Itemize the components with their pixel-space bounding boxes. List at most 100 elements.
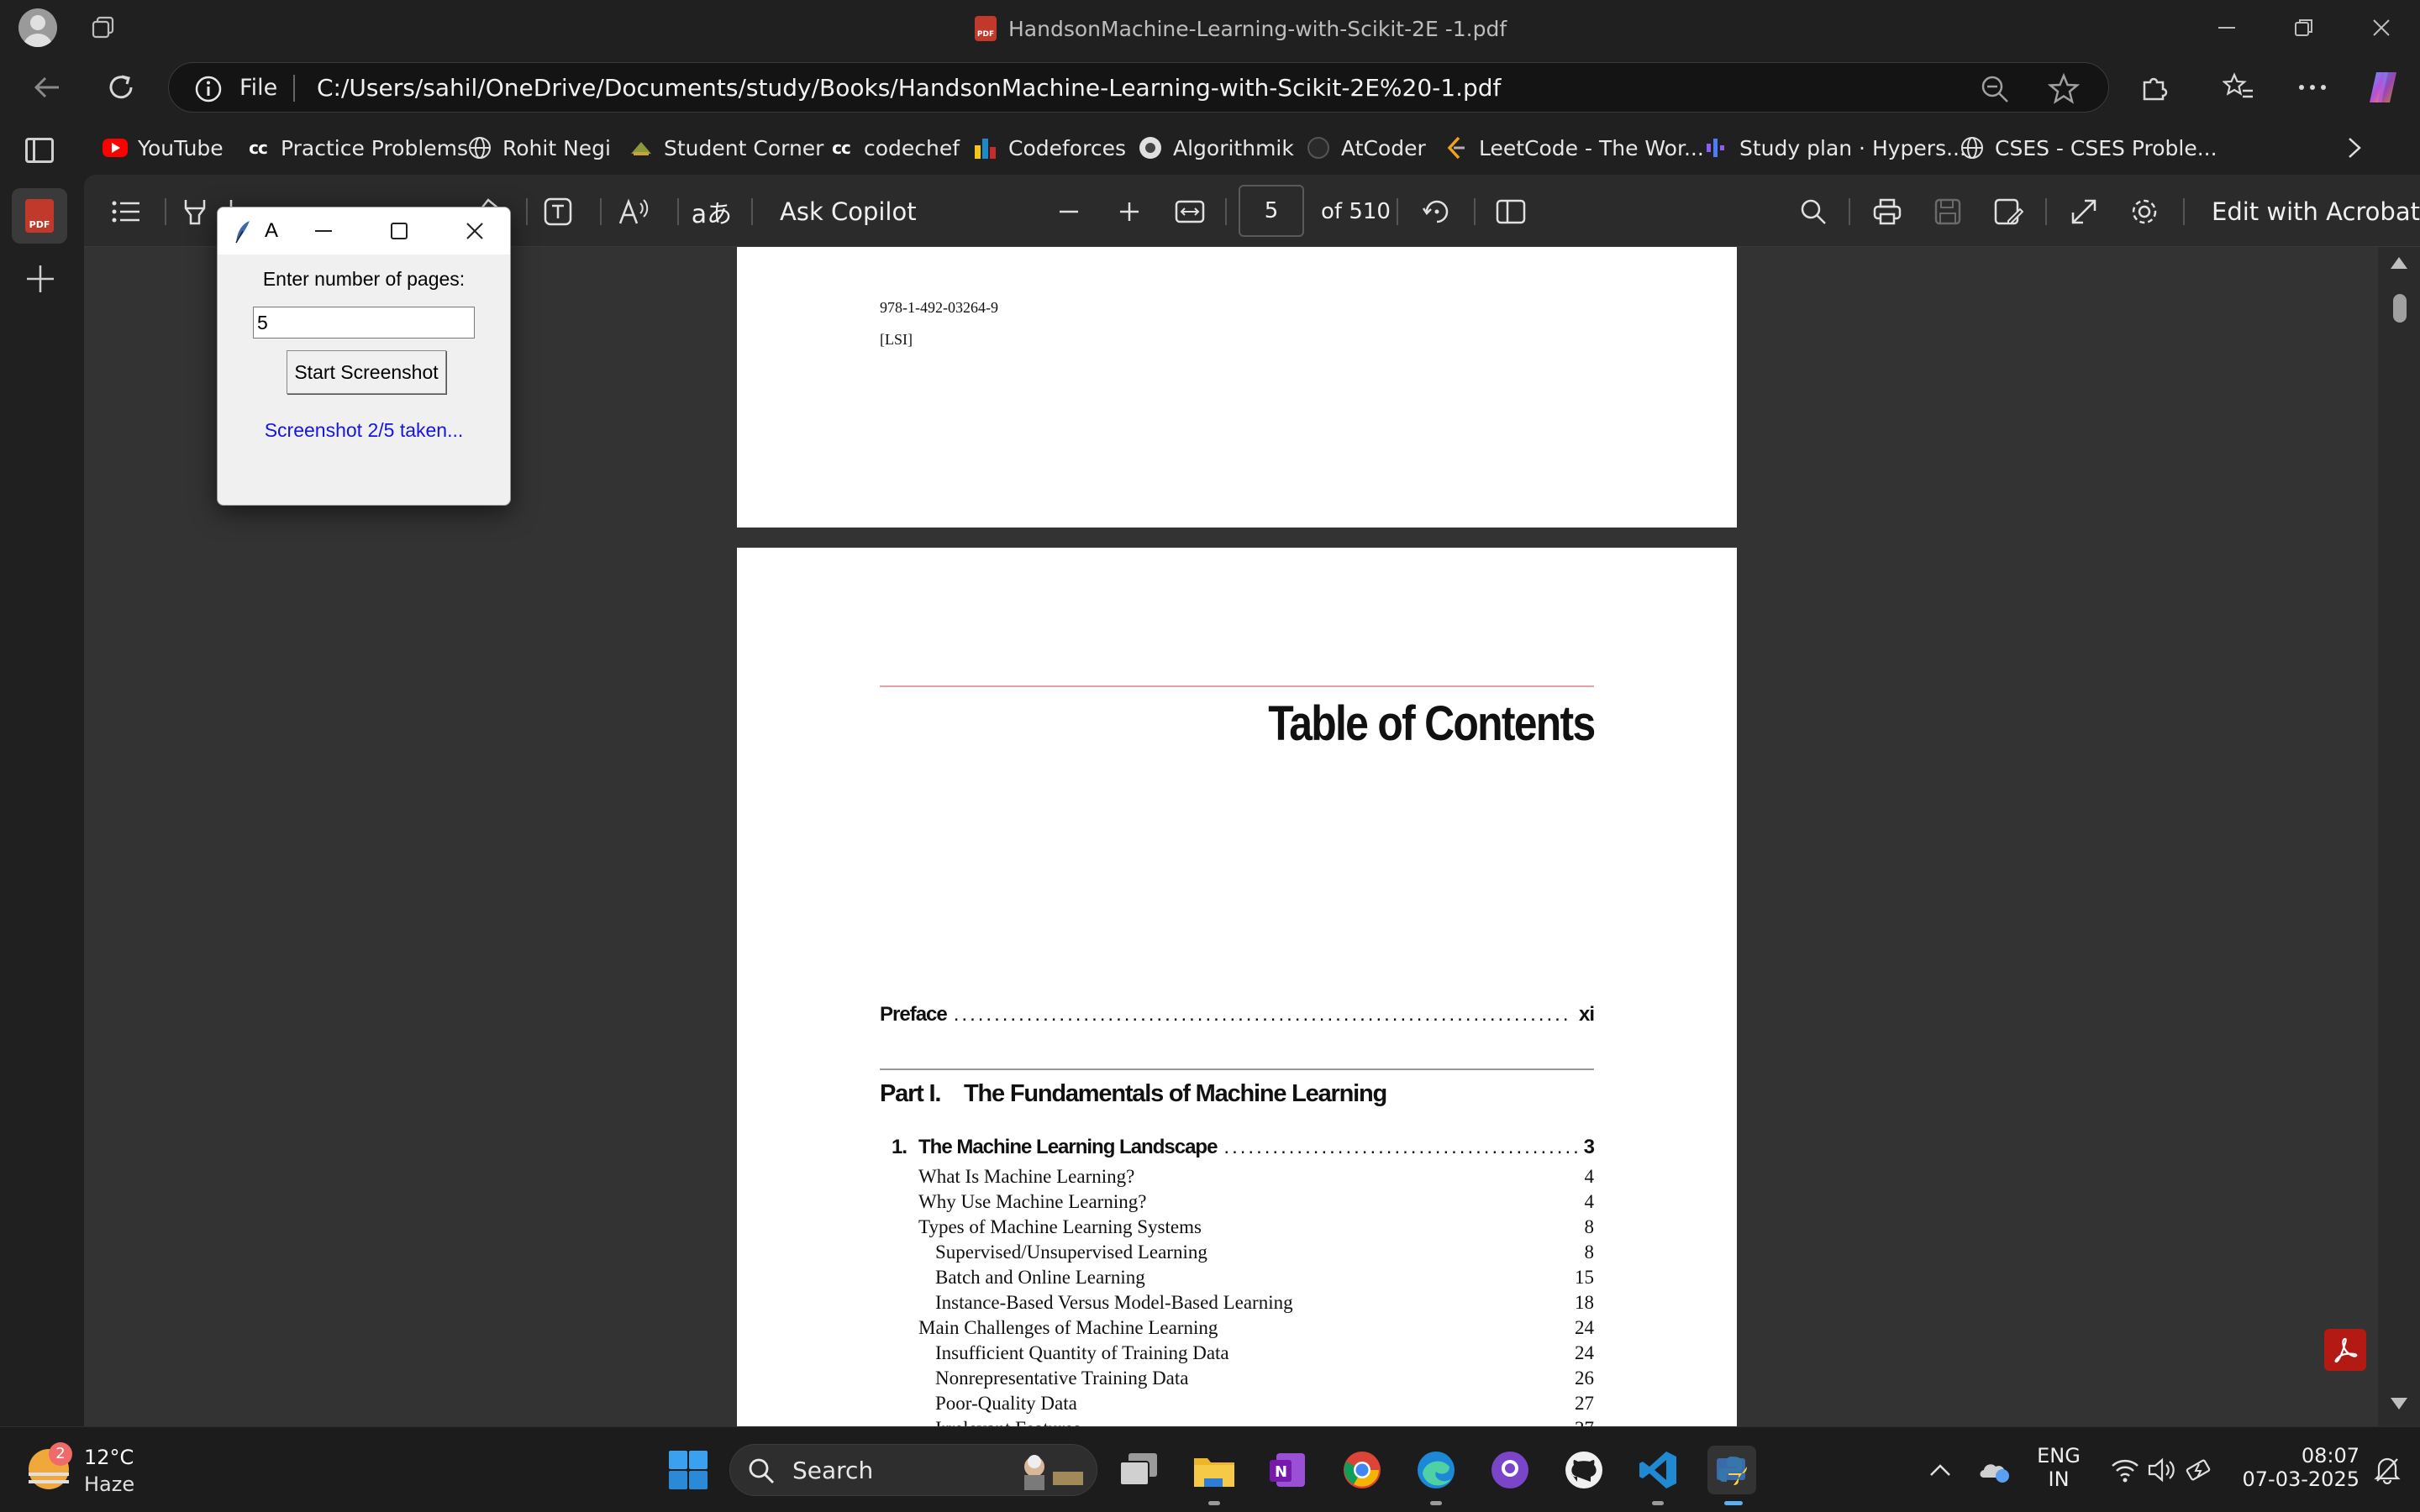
url-text[interactable]: C:/Users/sahil/OneDrive/Documents/study/… [317, 74, 1501, 102]
bookmark-student-corner[interactable]: Student Corner [629, 131, 823, 165]
url-field[interactable]: File C:/Users/sahil/OneDrive/Documents/s… [168, 62, 2109, 113]
scrollbar-thumb[interactable] [2393, 294, 2407, 323]
dialog-minimize-button[interactable] [307, 214, 340, 248]
battery-tray-button[interactable] [2176, 1446, 2225, 1494]
dialog-close-button[interactable] [458, 214, 492, 248]
onenote-button[interactable]: N [1264, 1446, 1313, 1494]
toc-entry[interactable]: Irrelevant Features 27 [880, 1416, 1594, 1426]
bookmark-cses[interactable]: CSES - CSES Proble... [1960, 131, 2217, 165]
bookmark-rohit-negi[interactable]: Rohit Negi [467, 131, 611, 165]
scroll-down-arrow-icon[interactable] [2391, 1398, 2407, 1410]
scroll-up-arrow-icon[interactable] [2391, 257, 2407, 269]
find-button[interactable] [1795, 193, 1832, 230]
pages-count-input[interactable] [253, 307, 475, 339]
toc-chapter[interactable]: 1. The Machine Learning Landscape 3 [880, 1136, 1595, 1159]
taskbar-search[interactable]: Search [729, 1444, 1097, 1496]
toc-part[interactable]: Part I. The Fundamentals of Machine Learn… [880, 1080, 1387, 1108]
task-view-icon [1119, 1453, 1157, 1486]
bookmark-youtube[interactable]: YouTube [103, 131, 224, 165]
page-number-input[interactable] [1239, 185, 1304, 237]
tab-pdf-document[interactable]: PDF [12, 188, 67, 244]
github-desktop-button[interactable] [1486, 1446, 1534, 1494]
leetcode-icon [1444, 135, 1469, 160]
bookmark-codeforces[interactable]: Codeforces [973, 131, 1126, 165]
profile-avatar[interactable] [18, 8, 57, 47]
rotate-button[interactable] [1418, 193, 1455, 230]
minimize-button[interactable] [2188, 0, 2265, 55]
toc-entry[interactable]: Poor-Quality Data 27 [880, 1391, 1594, 1416]
print-button[interactable] [1869, 193, 1906, 230]
full-screen-button[interactable] [2065, 193, 2102, 230]
bookmark-atcoder[interactable]: AtCoder [1306, 131, 1426, 165]
favorites-button[interactable] [2218, 67, 2259, 108]
zoom-in-button[interactable] [1111, 193, 1148, 230]
bookmark-study-plan[interactable]: Study plan · Hypers... [1704, 131, 1966, 165]
bookmarks-overflow-button[interactable] [2344, 131, 2365, 165]
settings-button[interactable] [2126, 193, 2163, 230]
task-view-button[interactable] [1114, 1446, 1163, 1494]
bookmark-codechef[interactable]: cc codechef [829, 131, 960, 165]
workspaces-icon[interactable] [91, 15, 116, 40]
read-aloud-button[interactable] [615, 193, 652, 230]
edit-with-acrobat-button[interactable]: Edit with Acrobat [2212, 193, 2420, 230]
start-button[interactable] [664, 1446, 713, 1494]
notifications-button[interactable] [2363, 1446, 2412, 1494]
vscode-button[interactable] [1634, 1446, 1682, 1494]
dialog-maximize-button[interactable] [382, 214, 416, 248]
input-language[interactable]: ENG IN [2035, 1444, 2082, 1491]
toc-entry[interactable]: Nonrepresentative Training Data 26 [880, 1366, 1594, 1391]
minus-icon [1060, 210, 1078, 213]
zoom-out-icon[interactable] [1981, 75, 2009, 103]
weather-widget[interactable]: 2 12°C Haze [29, 1442, 180, 1501]
refresh-button[interactable] [101, 67, 141, 108]
back-button[interactable] [27, 67, 67, 108]
toc-entry[interactable]: Insufficient Quantity of Training Data 24 [880, 1341, 1594, 1366]
onedrive-tray-button[interactable] [1970, 1446, 2018, 1494]
taskbar: 2 12°C Haze Search N ENG IN 08:07 07-03-… [0, 1426, 2420, 1512]
leader-dots [1223, 1136, 1576, 1159]
show-hidden-icons-button[interactable] [1916, 1446, 1965, 1494]
save-as-button[interactable] [1990, 193, 2027, 230]
more-menu-button[interactable] [2292, 67, 2333, 108]
fit-to-width-button[interactable] [1171, 193, 1208, 230]
ask-copilot-button[interactable]: Ask Copilot [780, 193, 917, 230]
copilot-button[interactable] [2363, 67, 2403, 108]
toc-entry[interactable]: Batch and Online Learning 15 [880, 1265, 1594, 1290]
toc-entry[interactable]: Types of Machine Learning Systems 8 [880, 1215, 1594, 1240]
bookmark-practice-problems[interactable]: cc Practice Problems [245, 131, 468, 165]
highlight-button[interactable] [176, 193, 213, 230]
acrobat-button[interactable] [2324, 1329, 2366, 1371]
new-tab-plus-icon[interactable] [24, 262, 57, 296]
python-app-button[interactable] [1707, 1446, 1756, 1494]
bookmark-leetcode[interactable]: LeetCode - The Wor... [1444, 131, 1704, 165]
save-button[interactable] [1929, 193, 1966, 230]
toc-preface[interactable]: Preface xi [880, 1003, 1595, 1026]
toc-entry[interactable]: Main Challenges of Machine Learning 24 [880, 1315, 1594, 1341]
clock[interactable]: 08:07 07-03-2025 [2233, 1444, 2360, 1491]
toc-entry[interactable]: What Is Machine Learning? 4 [880, 1164, 1594, 1189]
toc-entry[interactable]: Supervised/Unsupervised Learning 8 [880, 1240, 1594, 1265]
toc-entry-title: Batch and Online Learning [935, 1267, 1145, 1288]
chrome-button[interactable] [1338, 1446, 1386, 1494]
favorite-star-icon[interactable] [2048, 73, 2080, 105]
add-text-button[interactable] [539, 193, 576, 230]
close-window-button[interactable] [2343, 0, 2420, 55]
tab-actions-icon[interactable] [25, 138, 54, 163]
toc-entry[interactable]: Instance-Based Versus Model-Based Learni… [880, 1290, 1594, 1315]
bookmark-algorithmik[interactable]: Algorithmik [1138, 131, 1294, 165]
file-explorer-button[interactable] [1190, 1446, 1239, 1494]
vertical-scrollbar[interactable] [2378, 247, 2420, 1426]
info-icon[interactable] [194, 75, 223, 103]
bookmarks-bar: YouTube cc Practice Problems Rohit Negi S… [84, 119, 2420, 175]
github-button[interactable] [1560, 1446, 1608, 1494]
title-bar: PDF HandsonMachine-Learning-with-Scikit-… [0, 0, 2420, 55]
toc-entry[interactable]: Why Use Machine Learning? 4 [880, 1189, 1594, 1215]
zoom-out-button[interactable] [1050, 193, 1087, 230]
extensions-button[interactable] [2134, 67, 2175, 108]
restore-button[interactable] [2265, 0, 2343, 55]
page-view-button[interactable] [1492, 193, 1529, 230]
table-of-contents-button[interactable] [108, 193, 145, 230]
start-screenshot-button[interactable]: Start Screenshot [287, 350, 446, 394]
edge-button[interactable] [1412, 1446, 1460, 1494]
translate-button[interactable]: aあ [691, 193, 733, 230]
